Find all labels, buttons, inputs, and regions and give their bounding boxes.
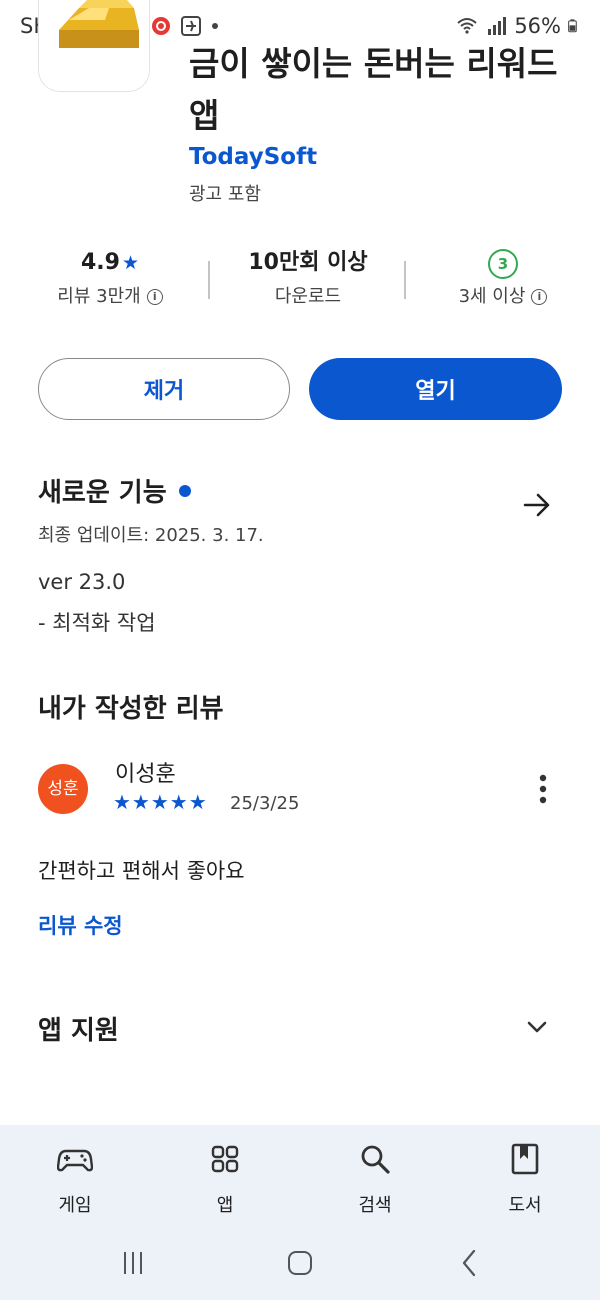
more-options-icon[interactable] bbox=[528, 772, 558, 806]
nav-item-books[interactable]: 도서 bbox=[470, 1141, 580, 1217]
last-updated: 최종 업데이트: 2025. 3. 17. bbox=[38, 525, 264, 546]
search-icon bbox=[361, 1145, 390, 1174]
review-stars: ★★★★★ bbox=[113, 790, 208, 814]
gold-bars-icon bbox=[39, 0, 149, 91]
arrow-right-icon[interactable] bbox=[522, 490, 552, 520]
signal-icon bbox=[488, 17, 507, 35]
whats-new-title: 새로운 기능 bbox=[38, 478, 167, 508]
app-support-title[interactable]: 앱 지원 bbox=[38, 1010, 119, 1047]
info-icon[interactable]: i bbox=[531, 289, 548, 305]
nav-label-books: 도서 bbox=[508, 1195, 542, 1216]
nav-label-search: 검색 bbox=[358, 1195, 392, 1216]
notification-dot bbox=[212, 23, 219, 29]
reviews-row: 리뷰 3만개 i bbox=[12, 281, 208, 313]
nav-item-games[interactable]: 게임 bbox=[20, 1141, 130, 1217]
new-indicator-dot bbox=[178, 484, 191, 497]
contains-ads-label: 광고 포함 bbox=[189, 184, 261, 205]
app-icon bbox=[38, 0, 150, 92]
review-date: 25/3/25 bbox=[230, 793, 300, 814]
book-icon bbox=[511, 1143, 539, 1175]
review-text: 간편하고 편해서 좋아요 bbox=[38, 859, 245, 883]
nav-item-apps[interactable]: 앱 bbox=[170, 1141, 280, 1217]
info-icon[interactable]: i bbox=[146, 289, 163, 305]
age-rating-badge: 3 bbox=[488, 249, 518, 279]
downloads-stat: 10만회 이상 다운로드 bbox=[210, 245, 406, 313]
nav-label-apps: 앱 bbox=[216, 1195, 234, 1216]
age-rating-label: 3세 이상 bbox=[458, 286, 526, 307]
open-button[interactable]: 열기 bbox=[309, 358, 562, 420]
record-icon bbox=[152, 17, 171, 35]
bottom-navigation: 게임 앱 검색 도서 bbox=[0, 1125, 600, 1300]
stats-row: 4.9 ★ 리뷰 3만개 i 10만회 이상 다운로드 3 3세 이상 i bbox=[0, 245, 600, 317]
age-rating-stat[interactable]: 3 3세 이상 i bbox=[405, 245, 600, 313]
version-text: ver 23.0 bbox=[38, 570, 126, 594]
reviews-count: 리뷰 3만개 bbox=[57, 286, 141, 307]
downloads-label-text: 다운로드 bbox=[274, 286, 342, 307]
battery-level: 56% bbox=[514, 14, 561, 38]
wifi-icon bbox=[457, 18, 477, 34]
reviewer-name: 이성훈 bbox=[115, 762, 176, 787]
whats-new-section[interactable]: 새로운 기능 최종 업데이트: 2025. 3. 17. bbox=[38, 472, 562, 547]
update-note: - 최적화 작업 bbox=[38, 611, 156, 635]
my-review-title: 내가 작성한 리뷰 bbox=[38, 694, 224, 724]
remove-button[interactable]: 제거 bbox=[38, 358, 290, 420]
app-title: 금이 쌓이는 돈버는 리워드 앱 bbox=[189, 44, 558, 135]
developer-link[interactable]: TodaySoft bbox=[189, 144, 317, 170]
edit-review-link[interactable]: 리뷰 수정 bbox=[38, 910, 123, 940]
airplane-icon bbox=[181, 16, 202, 36]
recent-apps-icon[interactable] bbox=[118, 1248, 148, 1278]
apps-grid-icon bbox=[211, 1145, 239, 1173]
downloads-value: 10만회 이상 bbox=[248, 250, 368, 275]
status-right: 56% bbox=[456, 14, 582, 38]
battery-icon bbox=[568, 19, 577, 33]
chevron-down-icon[interactable] bbox=[524, 1014, 550, 1040]
rating-value-row: 4.9 ★ bbox=[12, 245, 208, 281]
home-icon[interactable] bbox=[285, 1248, 315, 1278]
whats-new-header: 새로운 기능 bbox=[38, 472, 562, 509]
downloads-label: 다운로드 bbox=[210, 281, 406, 313]
rating-stat[interactable]: 4.9 ★ 리뷰 3만개 i bbox=[12, 245, 208, 313]
back-icon[interactable] bbox=[455, 1248, 485, 1278]
rating-star-icon: ★ bbox=[121, 252, 140, 274]
gamepad-icon bbox=[57, 1149, 93, 1172]
rating-value: 4.9 bbox=[80, 250, 120, 275]
nav-item-search[interactable]: 검색 bbox=[320, 1141, 430, 1217]
age-badge-row: 3 bbox=[405, 245, 600, 281]
age-label-row: 3세 이상 i bbox=[405, 281, 600, 313]
avatar: 성훈 bbox=[38, 764, 88, 814]
nav-label-games: 게임 bbox=[58, 1195, 92, 1216]
system-navigation-bar bbox=[0, 1240, 600, 1290]
